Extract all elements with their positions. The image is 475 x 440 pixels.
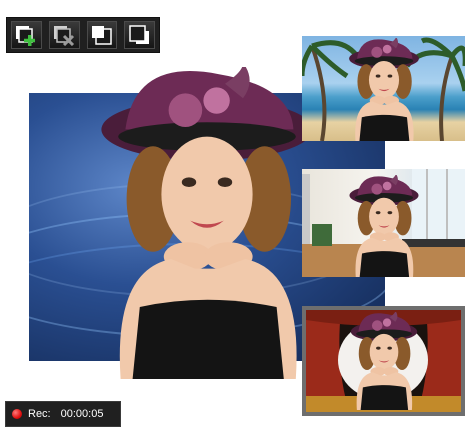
bring-to-front-button[interactable] [86, 21, 118, 49]
thumbnail-office[interactable] [302, 169, 465, 277]
thumbnail-stage[interactable] [302, 306, 465, 416]
rec-label: Rec: [28, 408, 51, 420]
send-to-back-icon [128, 24, 152, 46]
bring-to-front-icon [90, 24, 114, 46]
send-to-back-button[interactable] [124, 21, 155, 49]
record-icon[interactable] [12, 409, 22, 419]
person-image [87, 63, 327, 383]
remove-layer-icon [52, 24, 76, 46]
remove-layer-button[interactable] [48, 21, 80, 49]
person-image [334, 312, 434, 410]
person-image [330, 175, 438, 277]
person-image [332, 38, 436, 141]
recording-status-bar: Rec: 00:00:05 [5, 401, 121, 427]
thumbnail-beach[interactable] [302, 36, 465, 141]
layer-toolbar [6, 17, 160, 53]
recording-time: 00:00:05 [60, 408, 104, 420]
add-layer-icon [14, 24, 38, 46]
add-layer-button[interactable] [11, 21, 42, 49]
